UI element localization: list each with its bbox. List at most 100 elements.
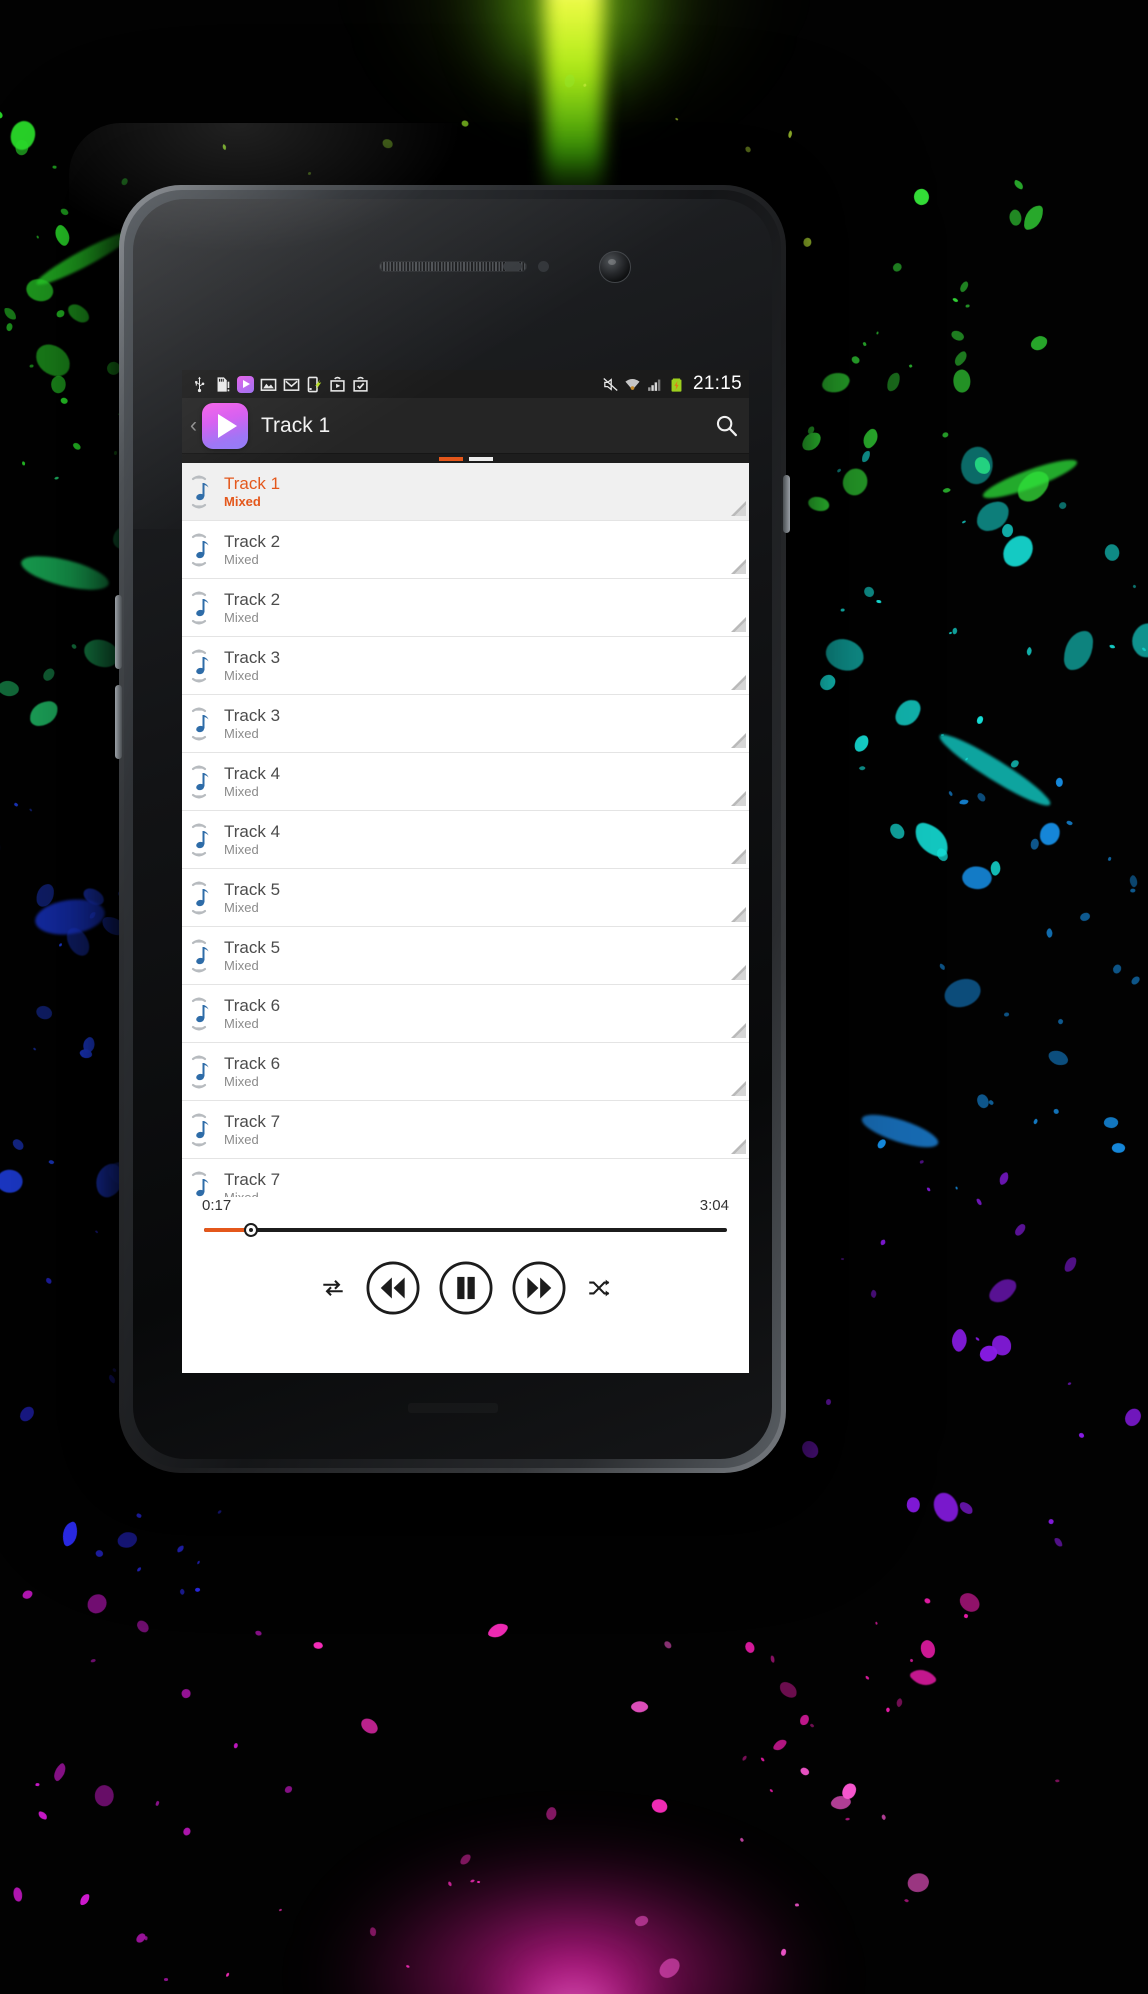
elapsed-time: 0:17: [202, 1197, 232, 1214]
track-list-item[interactable]: Track 3 Mixed: [182, 637, 749, 695]
track-list-item[interactable]: Track 5 Mixed: [182, 927, 749, 985]
play-app-icon[interactable]: [202, 402, 248, 449]
track-subtitle: Mixed: [224, 1132, 259, 1147]
shuffle-button[interactable]: [584, 1273, 614, 1303]
resize-handle-icon[interactable]: [730, 848, 747, 865]
track-list-item[interactable]: Track 5 Mixed: [182, 869, 749, 927]
proximity-sensor-icon: [503, 262, 522, 271]
track-list-item[interactable]: Track 2 Mixed: [182, 521, 749, 579]
repeat-button[interactable]: [318, 1273, 348, 1303]
back-button[interactable]: ‹: [182, 415, 202, 436]
track-text: Track 3 Mixed: [224, 649, 280, 682]
rewind-button[interactable]: [365, 1260, 421, 1316]
paint-splat: [794, 1902, 799, 1907]
resize-handle-icon[interactable]: [730, 500, 747, 517]
transport-controls: [182, 1260, 749, 1316]
track-text: Track 1 Mixed: [224, 475, 280, 508]
track-list-item[interactable]: Track 4 Mixed: [182, 811, 749, 869]
music-note-drag-icon: [191, 590, 209, 625]
resize-handle-icon[interactable]: [730, 964, 747, 981]
player-controls-panel: 0:17 3:04: [182, 1197, 749, 1373]
play-store-video-icon: [237, 375, 254, 393]
seek-bar-thumb[interactable]: [244, 1223, 259, 1237]
track-list-item[interactable]: Track 4 Mixed: [182, 753, 749, 811]
track-text: Track 2 Mixed: [224, 533, 280, 566]
track-text: Track 3 Mixed: [224, 707, 280, 740]
resize-handle-icon[interactable]: [730, 1080, 747, 1097]
track-list-item[interactable]: Track 7Mixed: [182, 1101, 749, 1159]
search-button[interactable]: [703, 413, 749, 438]
track-subtitle: Mixed: [224, 668, 259, 683]
music-note-drag-icon: [191, 938, 209, 973]
music-note-drag-icon: [191, 532, 209, 567]
track-subtitle: Mixed: [224, 900, 259, 915]
pause-icon: [439, 1261, 492, 1315]
pause-button[interactable]: [438, 1260, 494, 1316]
paint-splat: [770, 1655, 775, 1663]
track-list-item[interactable]: Track 3 Mixed: [182, 695, 749, 753]
music-note-drag-icon: [191, 1054, 209, 1089]
track-subtitle: Mixed: [224, 1016, 259, 1031]
music-note-drag-icon: [191, 648, 209, 683]
sd-card-warning-icon: [217, 376, 230, 392]
status-bar-clock: 21:15: [692, 373, 742, 394]
track-subtitle: Mixed: [224, 958, 259, 973]
volume-up-button[interactable]: [115, 595, 122, 669]
track-title: Track 2: [224, 532, 281, 551]
track-subtitle: Mixed: [224, 726, 259, 741]
track-text: Track 5 Mixed: [224, 939, 280, 972]
track-title: Track 4: [224, 764, 281, 783]
resize-handle-icon[interactable]: [730, 1022, 747, 1039]
track-list-item[interactable]: Track 6 Mixed: [182, 1043, 749, 1101]
resize-handle-icon[interactable]: [730, 674, 747, 691]
fast-forward-button[interactable]: [511, 1260, 567, 1316]
mute-icon: [603, 377, 618, 391]
track-title: Track 3: [224, 706, 281, 725]
track-title: Track 7: [224, 1112, 281, 1131]
shuffle-icon: [588, 1279, 609, 1297]
total-time: 3:04: [699, 1197, 729, 1214]
tab-library[interactable]: [468, 456, 493, 461]
battery-charging-icon: [671, 377, 682, 392]
phone-chin: [408, 1403, 498, 1413]
track-title: Track 5: [224, 880, 281, 899]
resize-handle-icon[interactable]: [730, 906, 747, 923]
paint-splat: [876, 599, 882, 604]
resize-handle-icon[interactable]: [730, 1138, 747, 1155]
status-bar-notifications: [191, 375, 602, 393]
front-camera-icon: [599, 251, 631, 283]
page-title: Track 1: [261, 413, 331, 437]
music-note-drag-icon: [191, 1112, 209, 1147]
seek-bar[interactable]: [204, 1222, 727, 1238]
power-button[interactable]: [783, 475, 790, 533]
volume-down-button[interactable]: [115, 685, 122, 759]
track-subtitle: Mixed: [224, 494, 261, 509]
music-note-drag-icon: [191, 880, 209, 915]
resize-handle-icon[interactable]: [730, 558, 747, 575]
resize-handle-icon[interactable]: [730, 790, 747, 807]
paint-splat: [955, 1186, 958, 1190]
phone-front-face: 21:15 ‹ Track 1 Track 1 Mixed Track 2 Mi…: [69, 123, 836, 1459]
music-note-drag-icon: [191, 764, 209, 799]
rewind-icon: [366, 1261, 419, 1315]
track-list-item[interactable]: Track 2 Mixed: [182, 579, 749, 637]
status-bar: 21:15: [182, 370, 749, 398]
track-list-item[interactable]: Track 6 Mixed: [182, 985, 749, 1043]
search-icon: [716, 415, 737, 437]
tab-indicator-strip: [182, 454, 749, 463]
track-subtitle: Mixed: [224, 552, 259, 567]
seek-bar-track[interactable]: [204, 1228, 727, 1232]
status-bar-system-icons: 21:15: [602, 373, 742, 395]
signal-bars-icon: [648, 379, 661, 391]
resize-handle-icon[interactable]: [730, 732, 747, 749]
track-subtitle: Mixed: [224, 610, 259, 625]
action-bar: ‹ Track 1: [182, 398, 749, 454]
usb-icon: [195, 376, 205, 392]
track-title: Track 7: [224, 1170, 281, 1189]
tab-now-playing[interactable]: [438, 456, 463, 461]
track-list-item[interactable]: Track 1 Mixed: [182, 463, 749, 521]
track-subtitle: Mixed: [224, 842, 259, 857]
track-list[interactable]: Track 1 Mixed Track 2 Mixed Track 2 Mixed T…: [182, 463, 749, 1275]
phone-mockup: 21:15 ‹ Track 1 Track 1 Mixed Track 2 Mi…: [69, 123, 836, 1473]
resize-handle-icon[interactable]: [730, 616, 747, 633]
